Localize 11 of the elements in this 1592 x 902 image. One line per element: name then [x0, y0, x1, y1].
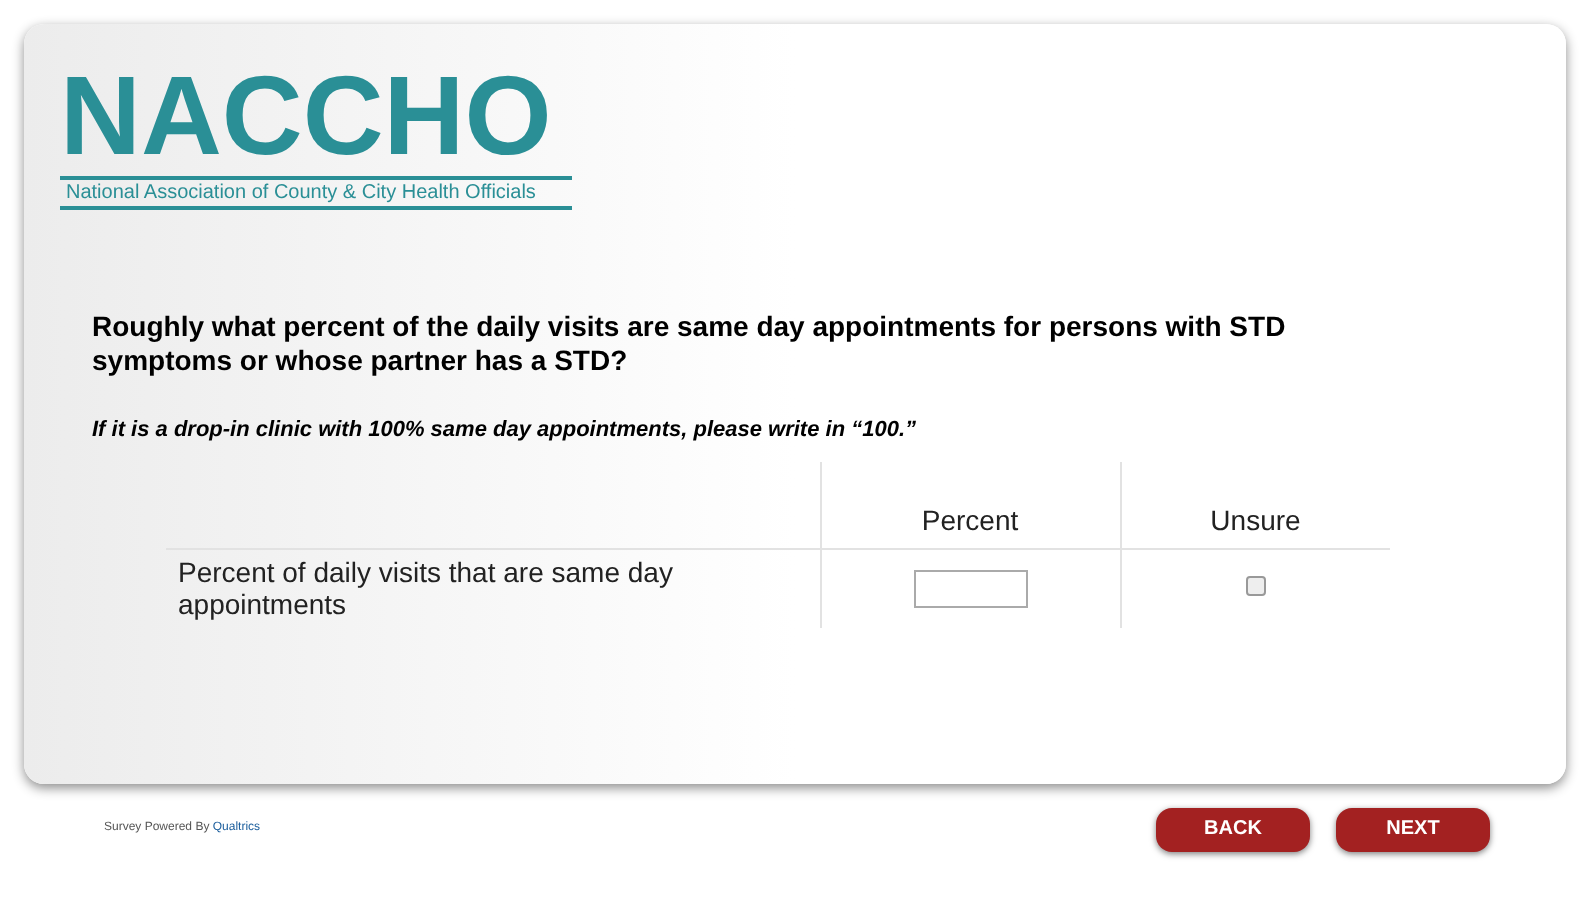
logo-tagline: National Association of County & City Health Officials — [60, 176, 572, 210]
logo-wordmark: NACCHO — [60, 52, 554, 180]
next-button[interactable]: NEXT — [1336, 807, 1490, 851]
unsure-checkbox[interactable] — [1245, 576, 1266, 597]
instruction-text: If it is a drop-in clinic with 100% same day appointments, please write in “100.” — [92, 416, 919, 446]
column-header: Percent — [921, 504, 1019, 536]
column-header: Unsure — [1210, 504, 1301, 536]
percent-input[interactable] — [913, 569, 1027, 608]
row-label: Percent of daily visits that are same day appointments — [178, 556, 673, 621]
question-text: Roughly what percent of the daily visits are same day appointments for persons with STD symptoms or whose partner has a STD? — [92, 310, 1288, 378]
back-button[interactable]: BACK — [1156, 807, 1310, 851]
